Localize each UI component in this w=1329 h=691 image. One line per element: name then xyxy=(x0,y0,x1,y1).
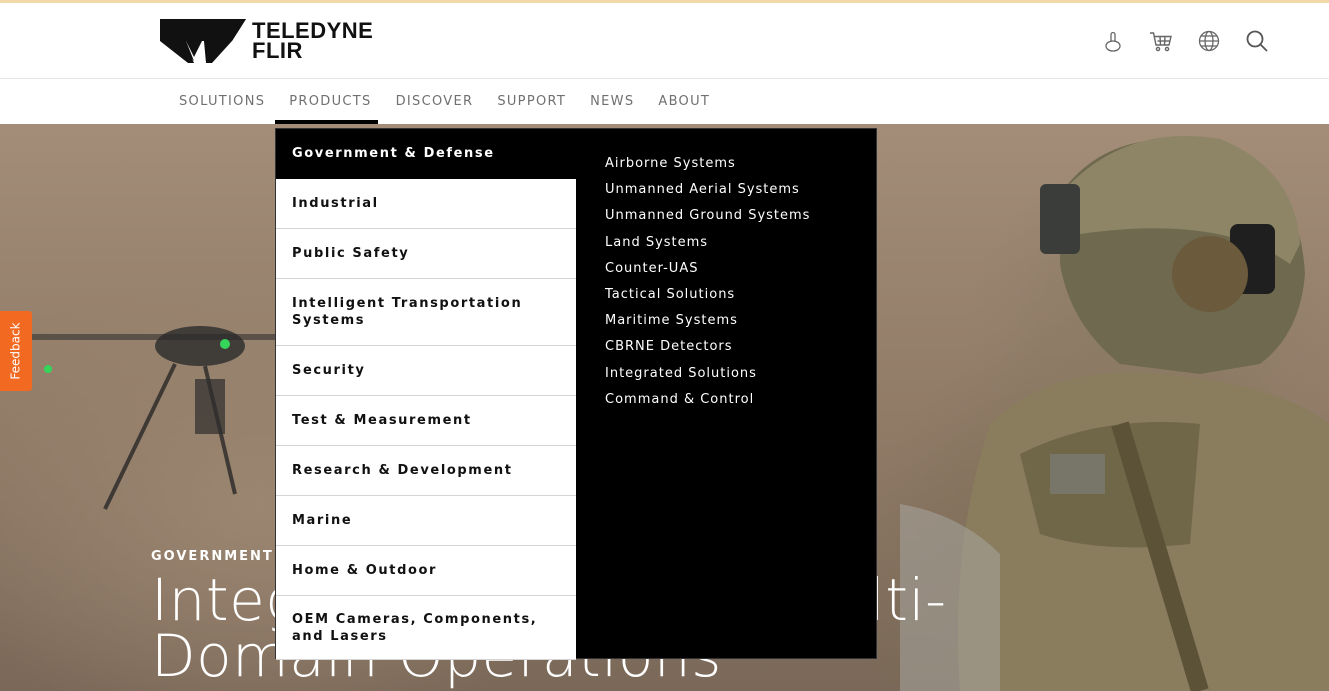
feedback-tab[interactable]: Feedback xyxy=(0,311,32,391)
globe-icon[interactable] xyxy=(1195,27,1223,55)
sublink-unmanned-aerial-systems[interactable]: Unmanned Aerial Systems xyxy=(605,177,865,203)
nav-support[interactable]: SUPPORT xyxy=(485,79,578,124)
main-navigation: SOLUTIONS PRODUCTS DISCOVER SUPPORT NEWS… xyxy=(0,79,1329,124)
category-government-defense[interactable]: Government & Defense xyxy=(276,129,576,179)
category-public-safety[interactable]: Public Safety xyxy=(276,229,576,279)
mega-menu-sublinks: Airborne Systems Unmanned Aerial Systems… xyxy=(605,151,865,413)
nav-discover[interactable]: DISCOVER xyxy=(384,79,486,124)
sublink-counter-uas[interactable]: Counter-UAS xyxy=(605,256,865,282)
category-research-development[interactable]: Research & Development xyxy=(276,446,576,496)
sublink-land-systems[interactable]: Land Systems xyxy=(605,230,865,256)
category-home-outdoor[interactable]: Home & Outdoor xyxy=(276,546,576,596)
teledyne-logo-mark xyxy=(160,19,246,63)
feedback-label: Feedback xyxy=(9,322,23,380)
sublink-command-control[interactable]: Command & Control xyxy=(605,387,865,413)
category-security[interactable]: Security xyxy=(276,346,576,396)
nav-active-indicator xyxy=(275,120,378,124)
sublink-unmanned-ground-systems[interactable]: Unmanned Ground Systems xyxy=(605,203,865,229)
sublink-maritime-systems[interactable]: Maritime Systems xyxy=(605,308,865,334)
nav-products[interactable]: PRODUCTS xyxy=(277,79,383,124)
cart-icon[interactable] xyxy=(1147,27,1175,55)
site-header: TELEDYNE FLIR xyxy=(0,3,1329,79)
hero-eyebrow: GOVERNMENT & xyxy=(151,549,294,564)
category-test-measurement[interactable]: Test & Measurement xyxy=(276,396,576,446)
brand-wordmark: TELEDYNE FLIR xyxy=(252,20,373,63)
category-industrial[interactable]: Industrial xyxy=(276,179,576,229)
search-icon[interactable] xyxy=(1243,27,1271,55)
brand-logo[interactable]: TELEDYNE FLIR xyxy=(160,19,373,63)
user-account-icon[interactable] xyxy=(1099,27,1127,55)
category-oem-cameras[interactable]: OEM Cameras, Components, and Lasers xyxy=(276,596,576,660)
category-intelligent-transportation[interactable]: Intelligent Transportation Systems xyxy=(276,279,576,346)
brand-line2: FLIR xyxy=(252,38,303,63)
nav-solutions[interactable]: SOLUTIONS xyxy=(167,79,277,124)
sublink-airborne-systems[interactable]: Airborne Systems xyxy=(605,151,865,177)
drone-illustration xyxy=(0,326,290,510)
header-icon-bar xyxy=(1099,27,1271,55)
products-mega-menu: Government & Defense Industrial Public S… xyxy=(275,128,877,660)
category-marine[interactable]: Marine xyxy=(276,496,576,546)
sublink-tactical-solutions[interactable]: Tactical Solutions xyxy=(605,282,865,308)
mega-menu-categories: Government & Defense Industrial Public S… xyxy=(276,129,576,660)
nav-news[interactable]: NEWS xyxy=(578,79,646,124)
nav-about[interactable]: ABOUT xyxy=(646,79,722,124)
sublink-cbrne-detectors[interactable]: CBRNE Detectors xyxy=(605,334,865,360)
sublink-integrated-solutions[interactable]: Integrated Solutions xyxy=(605,361,865,387)
